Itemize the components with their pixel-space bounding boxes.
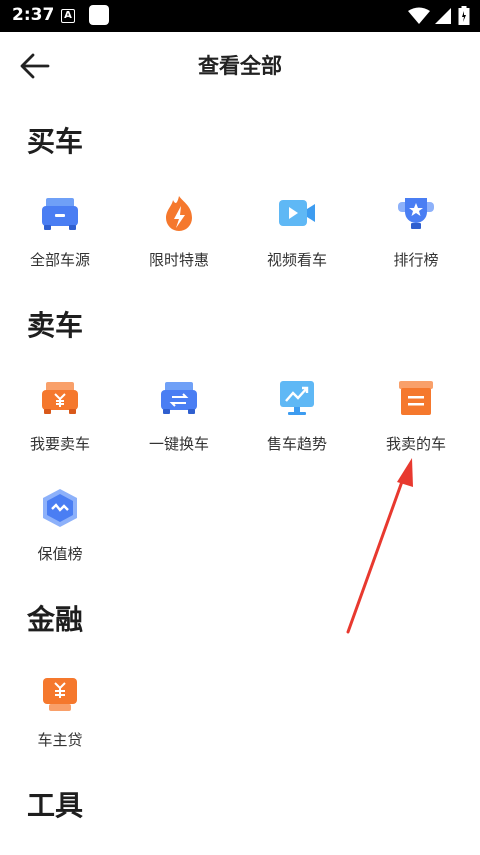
grid-item-label: 我卖的车	[385, 435, 446, 453]
grid-item-label: 保值榜	[37, 545, 83, 563]
flame-icon	[166, 196, 192, 231]
grid-item-my-sold[interactable]: 我卖的车	[356, 378, 476, 478]
status-time: 2:37	[12, 5, 55, 25]
hexagon-trend-icon	[43, 489, 77, 527]
grid-item-label: 车主贷	[37, 731, 83, 749]
grid-item-value-rank[interactable]: 保值榜	[0, 488, 120, 588]
trophy-icon	[398, 198, 434, 229]
page-title: 查看全部	[198, 54, 282, 78]
header: 查看全部	[0, 32, 480, 98]
grid-item-owner-loan[interactable]: 车主贷	[0, 674, 120, 774]
grid-item-label: 视频看车	[266, 251, 327, 269]
grid-item-label: 限时特惠	[148, 251, 209, 269]
grid-item-label: 我要卖车	[29, 435, 90, 453]
grid-item-label: 售车趋势	[266, 435, 327, 453]
grid-item-sell-car[interactable]: 我要卖车	[0, 378, 120, 478]
car-swap-icon	[161, 382, 197, 414]
grid-item-label: 全部车源	[29, 251, 90, 269]
grid-item-limited-offer[interactable]: 限时特惠	[119, 194, 239, 294]
battery-icon	[458, 6, 470, 25]
section-title-buy: 买车	[27, 125, 84, 158]
loan-yen-icon	[43, 678, 77, 711]
notification-square-icon	[89, 5, 109, 25]
video-camera-icon	[279, 200, 315, 226]
grid-item-sell-trend[interactable]: 售车趋势	[237, 378, 357, 478]
section-title-sell: 卖车	[27, 309, 84, 342]
grid-item-label: 排行榜	[393, 251, 439, 269]
signal-icon	[435, 8, 451, 24]
car-front-icon	[42, 198, 78, 230]
grid-item-video-view[interactable]: 视频看车	[237, 194, 357, 294]
trend-chart-icon	[280, 381, 314, 415]
grid-item-label: 一键换车	[148, 435, 209, 453]
status-bar: 2:37 A	[0, 0, 480, 32]
section-title-tools: 工具	[27, 789, 84, 822]
section-title-finance: 金融	[27, 603, 84, 636]
wifi-icon	[408, 7, 430, 24]
grid-item-trade-in[interactable]: 一键换车	[119, 378, 239, 478]
box-list-icon	[399, 381, 433, 415]
grid-item-ranking[interactable]: 排行榜	[356, 194, 476, 294]
notification-a-icon: A	[61, 9, 75, 23]
grid-item-all-cars[interactable]: 全部车源	[0, 194, 120, 294]
car-yen-icon	[42, 382, 78, 414]
